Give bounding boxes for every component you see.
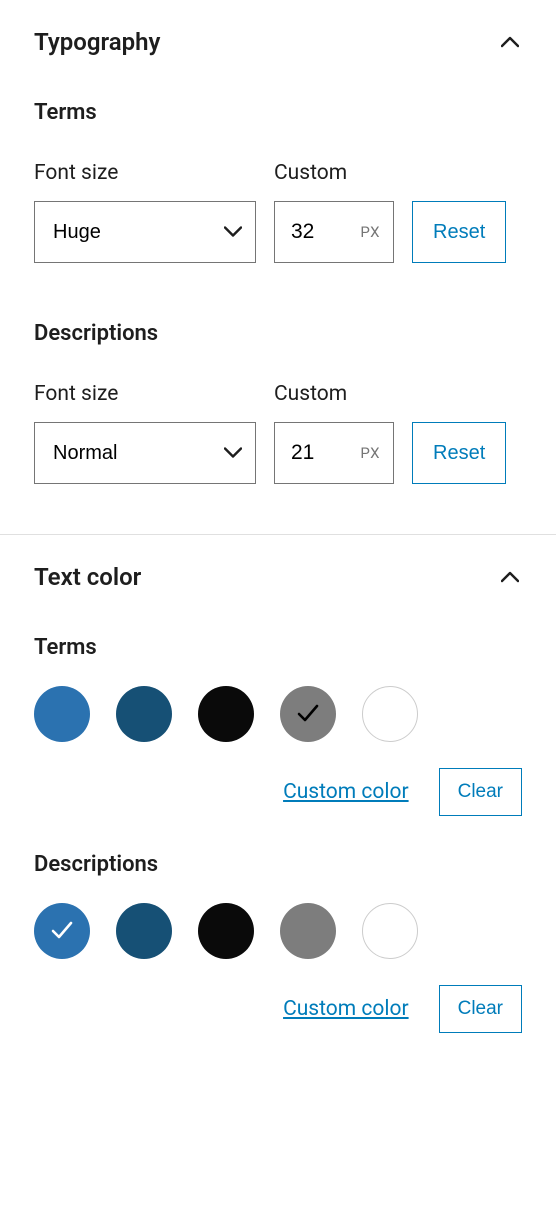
terms-section-title: Terms — [34, 100, 522, 125]
terms-custom-label: Custom — [274, 161, 394, 185]
chevron-up-icon — [498, 565, 522, 589]
text-color-panel-header[interactable]: Text color — [34, 563, 522, 591]
descriptions-font-size-field: Font size Normal — [34, 382, 256, 484]
descriptions-section-title: Descriptions — [34, 321, 522, 346]
color-swatch[interactable] — [34, 903, 90, 959]
check-icon — [294, 699, 322, 730]
terms-font-size-select[interactable]: Huge — [34, 201, 256, 263]
terms-clear-button[interactable]: Clear — [439, 768, 522, 816]
typography-panel-title: Typography — [34, 28, 160, 56]
color-swatch[interactable] — [116, 903, 172, 959]
descriptions-reset-button[interactable]: Reset — [412, 422, 506, 484]
descriptions-custom-color-link[interactable]: Custom color — [283, 997, 409, 1021]
descriptions-font-size-label: Font size — [34, 382, 256, 406]
color-swatch[interactable] — [198, 903, 254, 959]
text-color-panel: Text color Terms Custom color Clear Desc… — [0, 535, 556, 1073]
typography-panel: Typography Terms Font size Huge Custom P… — [0, 0, 556, 534]
color-swatch[interactable] — [362, 903, 418, 959]
chevron-up-icon — [498, 30, 522, 54]
text-color-panel-title: Text color — [34, 563, 141, 591]
color-swatch[interactable] — [280, 903, 336, 959]
color-swatch[interactable] — [116, 686, 172, 742]
descriptions-swatch-row — [34, 903, 522, 959]
descriptions-clear-button[interactable]: Clear — [439, 985, 522, 1033]
terms-custom-color-link[interactable]: Custom color — [283, 780, 409, 804]
unit-label: PX — [360, 223, 380, 241]
terms-font-size-field: Font size Huge — [34, 161, 256, 263]
descriptions-custom-field: Custom PX — [274, 382, 394, 484]
descriptions-color-actions: Custom color Clear — [34, 985, 522, 1033]
unit-label: PX — [360, 444, 380, 462]
color-swatch[interactable] — [34, 686, 90, 742]
typography-panel-header[interactable]: Typography — [34, 28, 522, 56]
descriptions-font-size-select[interactable]: Normal — [34, 422, 256, 484]
terms-font-row: Font size Huge Custom PX Reset — [34, 161, 522, 263]
descriptions-custom-label: Custom — [274, 382, 394, 406]
color-swatch[interactable] — [362, 686, 418, 742]
descriptions-font-row: Font size Normal Custom PX Reset — [34, 382, 522, 484]
color-swatch[interactable] — [198, 686, 254, 742]
descriptions-color-section-title: Descriptions — [34, 852, 522, 877]
check-icon — [48, 916, 76, 947]
terms-color-section-title: Terms — [34, 635, 522, 660]
terms-custom-field: Custom PX — [274, 161, 394, 263]
terms-font-size-label: Font size — [34, 161, 256, 185]
terms-swatch-row — [34, 686, 522, 742]
terms-reset-button[interactable]: Reset — [412, 201, 506, 263]
terms-color-actions: Custom color Clear — [34, 768, 522, 816]
color-swatch[interactable] — [280, 686, 336, 742]
